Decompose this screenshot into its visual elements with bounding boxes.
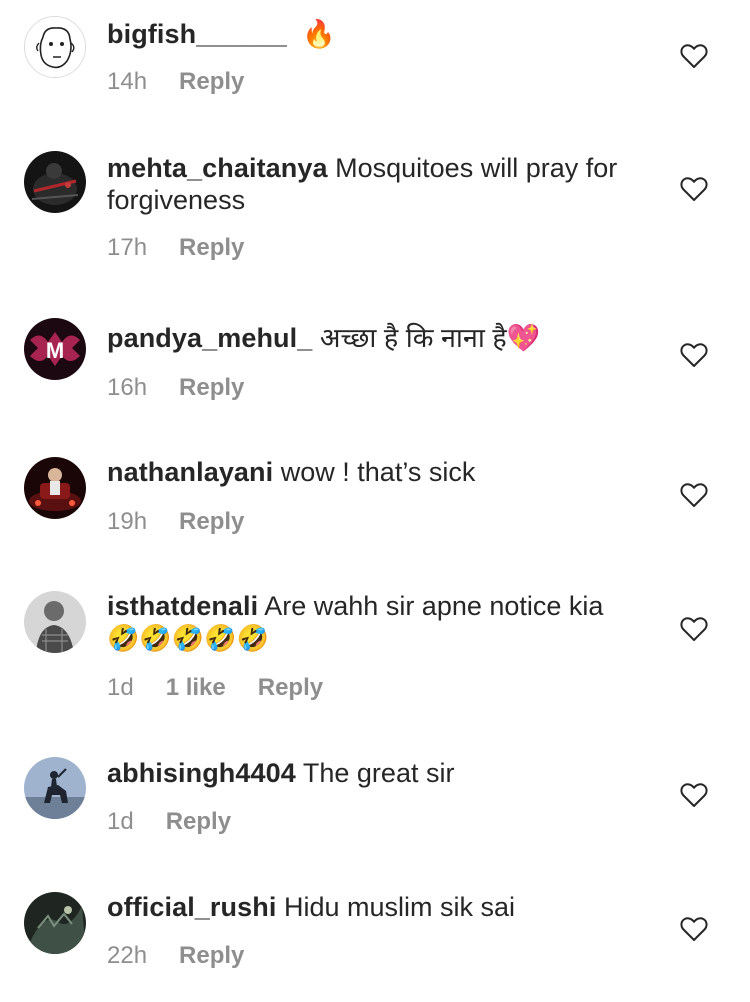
comment-username[interactable]: bigfish______ bbox=[107, 19, 287, 49]
avatar[interactable] bbox=[24, 892, 86, 954]
avatar[interactable] bbox=[24, 457, 86, 519]
statue-photo-avatar-icon bbox=[24, 757, 86, 819]
comment-meta: 16h Reply bbox=[107, 374, 244, 402]
car-photo-avatar-icon bbox=[24, 457, 86, 519]
avatar[interactable] bbox=[24, 591, 86, 653]
comment-meta: 19h Reply bbox=[107, 508, 244, 536]
comment-meta: 1d 1 like Reply bbox=[107, 674, 323, 702]
comment-time: 22h bbox=[107, 942, 148, 969]
comment-username[interactable]: pandya_mehul_ bbox=[107, 323, 312, 353]
pink-m-logo-avatar-icon: M bbox=[24, 318, 86, 380]
like-heart-icon[interactable] bbox=[680, 782, 708, 808]
like-heart-icon[interactable] bbox=[680, 176, 708, 202]
comment-username[interactable]: official_rushi bbox=[107, 892, 276, 922]
reply-button[interactable]: Reply bbox=[166, 808, 231, 836]
person-photo-avatar-icon bbox=[24, 591, 86, 653]
like-heart-icon[interactable] bbox=[680, 916, 708, 942]
comment-message: अच्छा है कि नाना है💖 bbox=[319, 323, 541, 353]
comment-meta: 1d Reply bbox=[107, 808, 231, 836]
comment-message: 🔥 bbox=[302, 19, 337, 49]
comment-meta: 22h Reply bbox=[107, 942, 244, 970]
comment-username[interactable]: nathanlayani bbox=[107, 457, 273, 487]
comment-message: Are wahh sir apne notice kia bbox=[264, 591, 604, 621]
dark-photo-avatar-icon bbox=[24, 892, 86, 954]
like-heart-icon[interactable] bbox=[680, 342, 708, 368]
comment-message: Hidu muslim sik sai bbox=[283, 892, 516, 922]
comment-text: abhisingh4404 The great sir bbox=[107, 757, 667, 789]
comment-username[interactable]: abhisingh4404 bbox=[107, 758, 296, 788]
reply-button[interactable]: Reply bbox=[258, 674, 323, 702]
comment-time: 14h bbox=[107, 68, 148, 95]
like-heart-icon[interactable] bbox=[680, 43, 708, 69]
comment-text: bigfish______ 🔥 bbox=[107, 18, 667, 50]
comment-time: 17h bbox=[107, 234, 148, 261]
comment-time: 19h bbox=[107, 508, 148, 535]
comment-meta: 14h Reply bbox=[107, 68, 244, 96]
comment-likes[interactable]: 1 like bbox=[166, 674, 226, 702]
comment-text: mehta_chaitanya Mosquitoes will pray for… bbox=[107, 152, 667, 216]
meme-face-avatar-icon bbox=[25, 17, 85, 77]
comment-text: official_rushi Hidu muslim sik sai bbox=[107, 891, 667, 923]
svg-text:M: M bbox=[46, 338, 64, 363]
like-heart-icon[interactable] bbox=[680, 616, 708, 642]
comment-text: pandya_mehul_ अच्छा है कि नाना है💖 bbox=[107, 322, 667, 354]
reply-button[interactable]: Reply bbox=[179, 508, 244, 536]
like-heart-icon[interactable] bbox=[680, 482, 708, 508]
avatar[interactable] bbox=[24, 757, 86, 819]
comment-time: 16h bbox=[107, 374, 148, 401]
comment-text: isthatdenali Are wahh sir apne notice ki… bbox=[107, 590, 667, 654]
avatar[interactable] bbox=[24, 16, 86, 78]
comment-username[interactable]: isthatdenali bbox=[107, 591, 258, 621]
dark-figure-avatar-icon bbox=[24, 151, 86, 213]
comment-emojis: 🤣🤣🤣🤣🤣 bbox=[107, 623, 269, 653]
comment-text: nathanlayani wow ! that’s sick bbox=[107, 456, 667, 488]
comment-message: The great sir bbox=[302, 758, 455, 788]
reply-button[interactable]: Reply bbox=[179, 68, 244, 96]
reply-button[interactable]: Reply bbox=[179, 374, 244, 402]
comment-username[interactable]: mehta_chaitanya bbox=[107, 153, 328, 183]
reply-button[interactable]: Reply bbox=[179, 234, 244, 262]
comment-message: wow ! that’s sick bbox=[280, 457, 476, 487]
avatar[interactable] bbox=[24, 151, 86, 213]
comment-meta: 17h Reply bbox=[107, 234, 244, 262]
comment-time: 1d bbox=[107, 674, 134, 701]
comment-time: 1d bbox=[107, 808, 134, 835]
reply-button[interactable]: Reply bbox=[179, 942, 244, 970]
avatar[interactable]: M bbox=[24, 318, 86, 380]
